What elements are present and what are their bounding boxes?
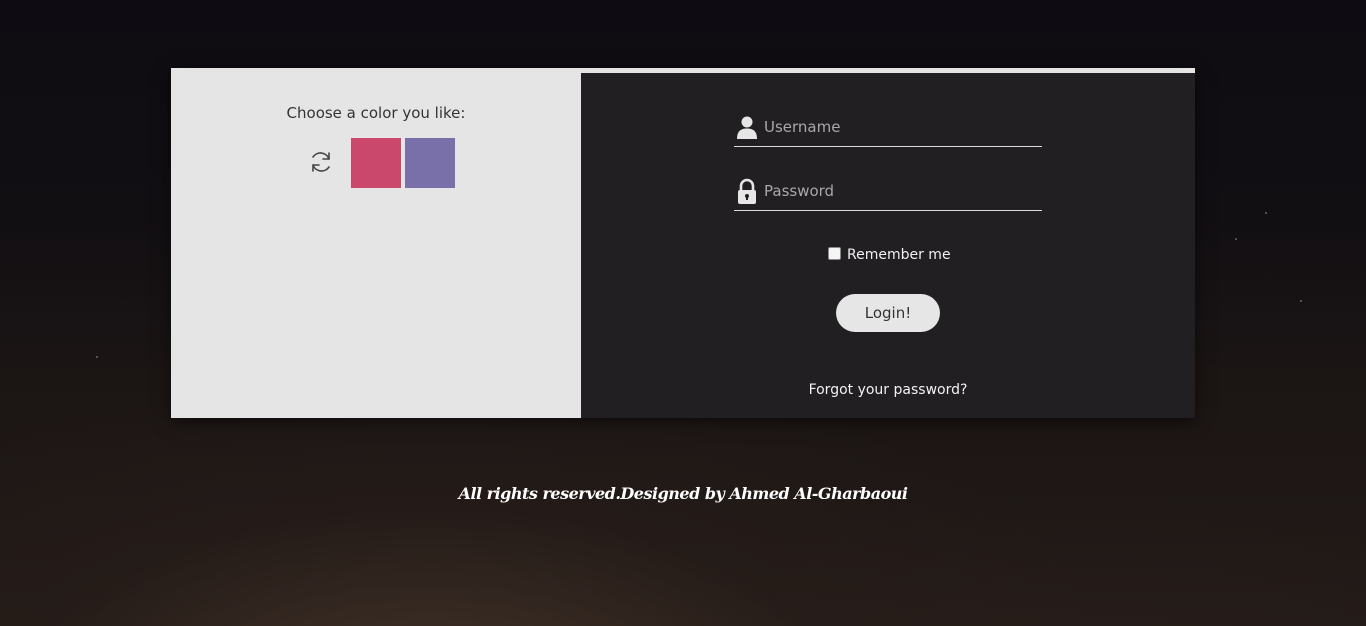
user-icon: [736, 114, 758, 142]
login-form-pane: Remember me Login! Forgot your password?: [581, 68, 1195, 418]
color-swatch-purple[interactable]: [405, 138, 455, 188]
color-picker-pane: Choose a color you like:: [171, 68, 581, 418]
login-panel: Choose a color you like: Username Rememb…: [171, 68, 1195, 418]
lock-icon: [736, 178, 758, 206]
password-field: [734, 174, 1044, 211]
top-strip: [581, 68, 1195, 73]
refresh-icon[interactable]: [307, 148, 335, 176]
footer-credits: All rights reserved.Designed by Ahmed Al…: [458, 484, 908, 503]
remember-me[interactable]: Remember me: [828, 244, 951, 266]
background-star: [96, 356, 98, 358]
login-button[interactable]: Login!: [836, 294, 940, 332]
color-picker-title: Choose a color you like:: [286, 104, 466, 122]
forgot-password-link[interactable]: Forgot your password?: [581, 382, 1195, 398]
remember-label: Remember me: [847, 247, 951, 263]
username-field: [734, 110, 1044, 147]
background-star: [1265, 212, 1267, 214]
remember-checkbox[interactable]: [828, 246, 841, 260]
background-star: [1300, 300, 1302, 302]
background-star: [1235, 238, 1237, 240]
password-input[interactable]: [762, 174, 1044, 208]
color-swatch-pink[interactable]: [351, 138, 401, 188]
username-input[interactable]: [762, 110, 1044, 144]
